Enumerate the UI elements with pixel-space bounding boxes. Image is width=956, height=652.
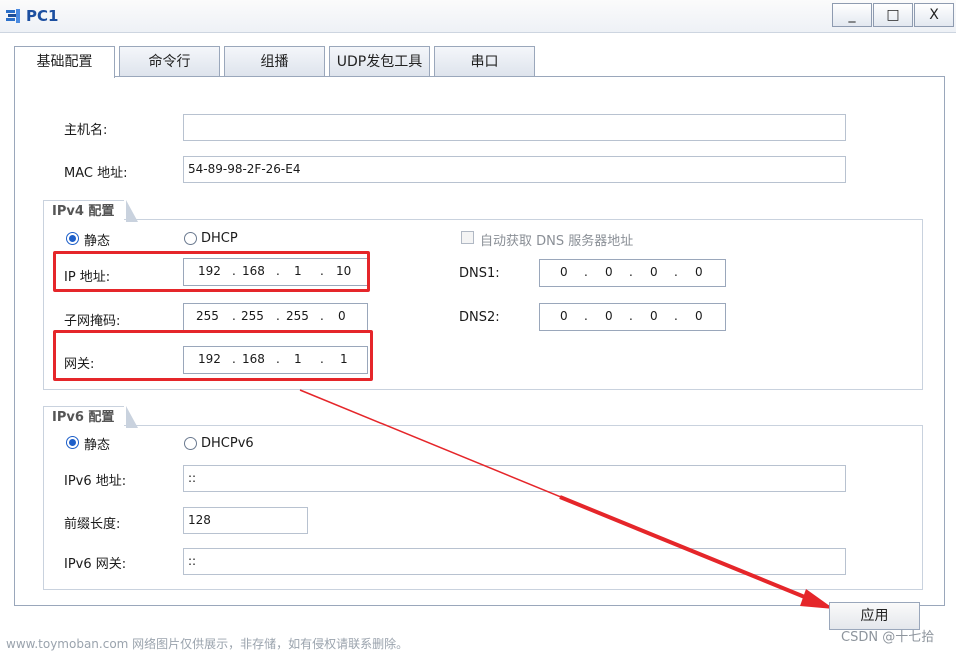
watermark-left: www.toymoban.com 网络图片仅供展示，非存储，如有侵权请联系删除。: [6, 637, 409, 651]
arrow-thick-segment: [559, 495, 813, 602]
tab-basic-config[interactable]: 基础配置: [14, 46, 115, 78]
watermark-right: CSDN @十七拾: [841, 630, 935, 645]
annotation-arrow: [299, 389, 834, 609]
